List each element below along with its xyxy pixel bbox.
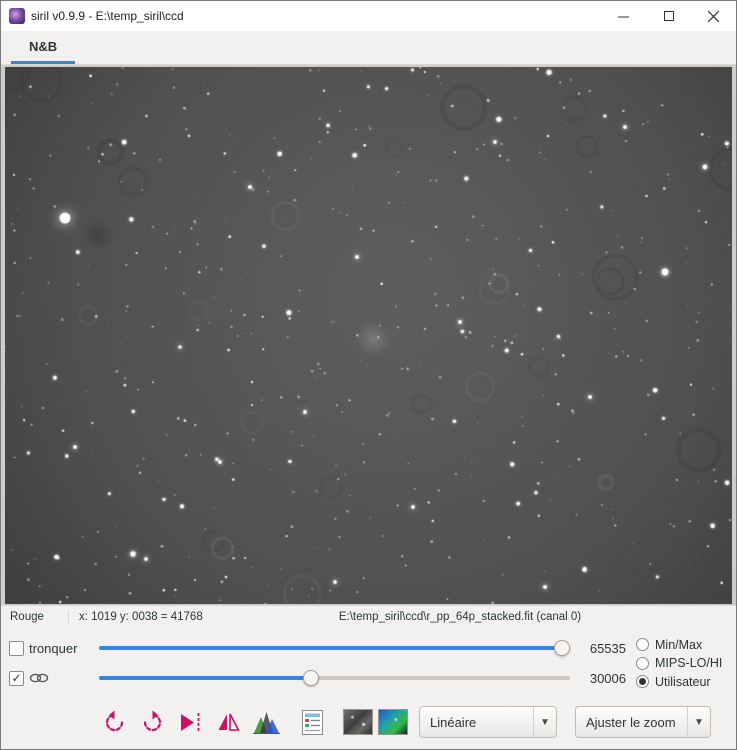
cursor-coordinates: x: 1019 y: 0038 = 41768 [68,611,294,623]
close-icon [708,10,719,22]
zoom-value: Ajuster le zoom [586,714,676,730]
flip-horizontal-button[interactable] [175,707,205,737]
status-bar: Rouge x: 1019 y: 0038 = 41768 E:\temp_si… [1,605,736,628]
low-level-value: 30006 [589,670,626,686]
channel-label: Rouge [10,611,44,623]
bottom-toolbar: Linéaire ▼ Ajuster le zoom ▼ [1,695,736,749]
radio-circle-icon [636,675,649,688]
image-area [1,65,736,605]
link-checkbox[interactable] [9,670,24,686]
display-mode-radios: Min/Max MIPS-LO/HI Utilisateur [628,633,730,693]
zoom-dropdown[interactable]: Ajuster le zoom ▼ [575,706,711,738]
flip-horizontal-icon [180,712,199,732]
chevron-down-icon: ▼ [687,707,710,737]
title-bar: siril v0.9.9 - E:\temp_siril\ccd [1,1,736,31]
color-thumbnail[interactable] [378,709,408,735]
low-slider-handle[interactable] [302,670,319,686]
truncate-checkbox[interactable] [9,640,24,656]
processing-list-icon [301,709,323,735]
histogram-icon [252,711,280,734]
maximize-button[interactable] [646,1,691,31]
radio-mips[interactable]: MIPS-LO/HI [636,655,730,672]
high-level-value: 65535 [589,640,626,656]
mirror-button[interactable] [213,707,243,737]
processing-list-button[interactable] [297,707,327,737]
radio-circle-icon [636,638,649,651]
slider-fill [99,646,570,650]
current-file-path: E:\temp_siril\ccd\r_pp_64p_stacked.fit (… [338,611,582,623]
close-button[interactable] [691,1,736,31]
maximize-icon [663,11,674,21]
sliders-column: tronquer 65535 ✓ 30006 [7,633,628,693]
high-slider-handle[interactable] [554,640,570,656]
low-level-row: 30006 [7,663,628,693]
truncate-label: tronquer [29,640,78,656]
levels-controls: tronquer 65535 ✓ 30006 Min/Max MIPS-LO/H… [1,628,736,695]
mirror-icon [218,713,240,731]
rotate-right-button[interactable] [137,707,167,737]
radio-label: MIPS-LO/HI [655,656,723,670]
high-level-row: tronquer 65535 [7,633,628,663]
high-level-slider[interactable] [99,639,570,657]
rotate-left-icon [105,710,123,731]
tab-bar: N&B [1,31,736,65]
radio-minmax[interactable]: Min/Max [636,636,730,653]
radio-label: Min/Max [655,637,703,652]
chain-link-icon [29,673,49,683]
window-title: siril v0.9.9 - E:\temp_siril\ccd [31,9,184,23]
gray-thumbnail[interactable] [343,709,373,735]
display-mode-value: Linéaire [430,714,477,730]
rotate-right-icon [143,710,161,731]
app-icon [9,8,25,24]
minimize-button[interactable] [601,1,646,31]
low-level-slider[interactable] [99,669,570,687]
chevron-down-icon: ▼ [533,707,556,737]
radio-circle-icon [636,656,649,670]
rotate-left-button[interactable] [99,707,129,737]
slider-fill [99,676,311,680]
minimize-icon [618,16,629,17]
radio-label: Utilisateur [655,674,711,689]
radio-user[interactable]: Utilisateur [636,673,730,690]
starfield-canvas[interactable] [5,66,732,604]
siril-window: siril v0.9.9 - E:\temp_siril\ccd N&B Rou… [0,0,737,750]
display-mode-dropdown[interactable]: Linéaire ▼ [419,706,557,738]
histogram-button[interactable] [251,707,281,737]
tab-nb[interactable]: N&B [11,31,76,64]
